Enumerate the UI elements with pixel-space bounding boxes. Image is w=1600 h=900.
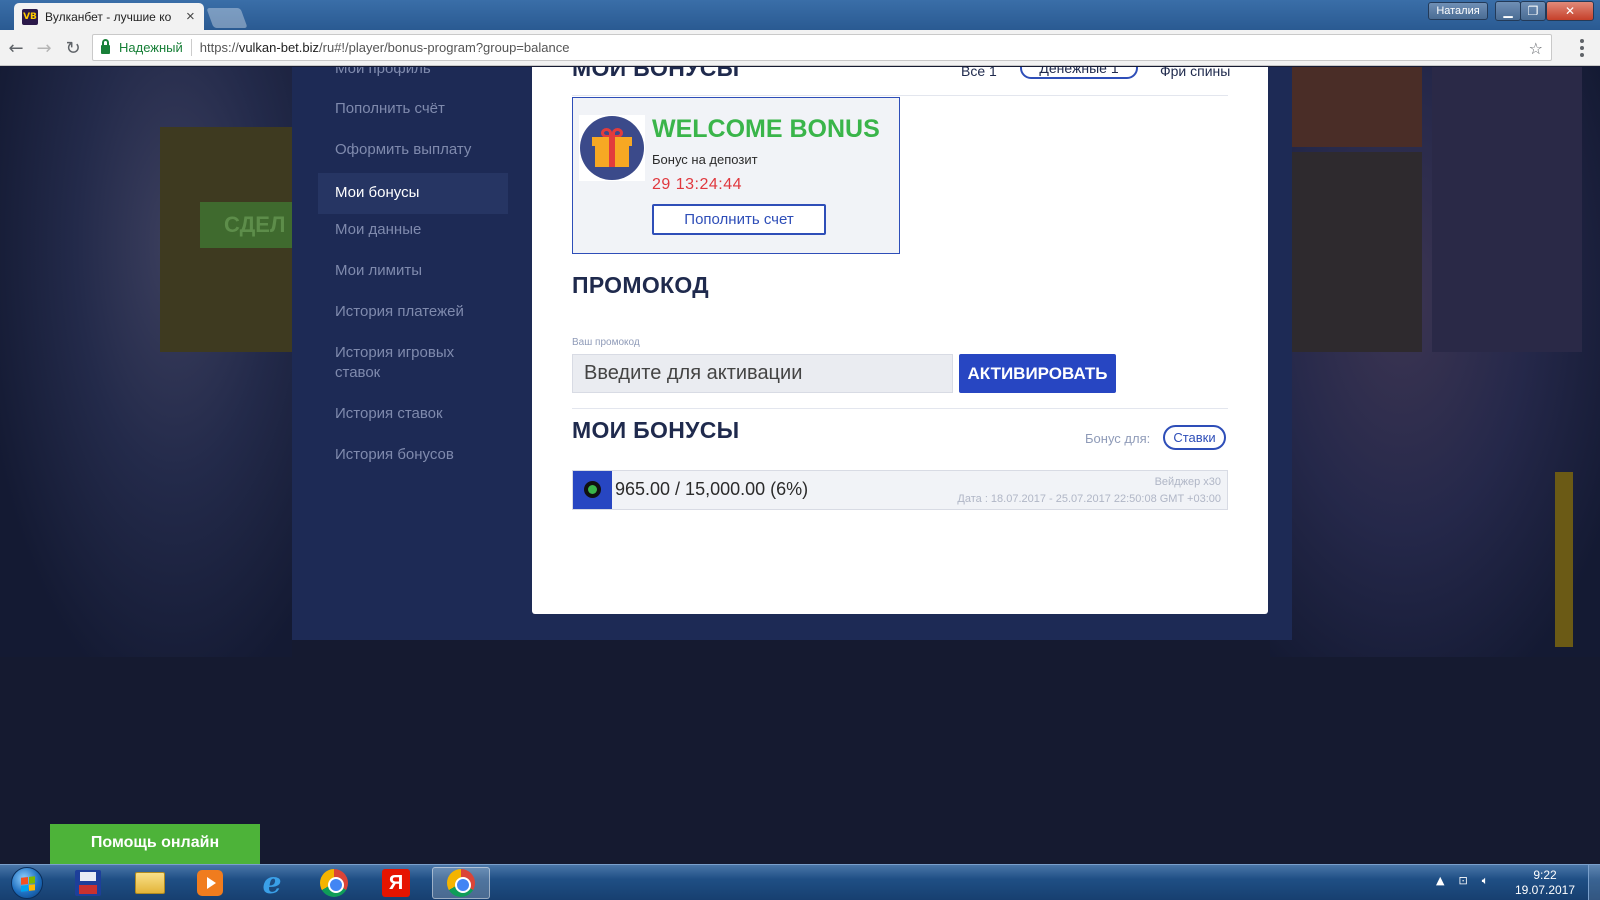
bonus-date-range: Дата : 18.07.2017 - 25.07.2017 22:50:08 … — [957, 493, 1221, 505]
filter-freespins[interactable]: Фри спины — [1160, 67, 1230, 79]
background-tile — [1432, 67, 1582, 352]
tab-title: Вулканбет - лучшие ко — [45, 9, 172, 24]
sidebar-item-my-data[interactable]: Мои данные — [318, 220, 508, 240]
profile-button[interactable]: Наталия — [1428, 2, 1488, 20]
wager-progress-bar: 965.00 / 15,000.00 (6%) Вейджер x30 Дата… — [572, 470, 1228, 510]
clock-time: 9:22 — [1533, 868, 1557, 882]
reload-icon[interactable]: ↻ — [63, 38, 83, 59]
media-player-icon[interactable] — [184, 867, 236, 899]
bookmark-star-icon[interactable]: ☆ — [1529, 39, 1543, 58]
gift-icon — [579, 115, 645, 181]
browser-menu-icon[interactable] — [1572, 36, 1592, 60]
url-text: https://vulkan-bet.biz/ru#!/player/bonus… — [200, 40, 570, 55]
back-arrow-icon[interactable]: ← — [6, 38, 26, 59]
internet-explorer-icon[interactable]: e — [246, 866, 298, 900]
online-help-button[interactable]: Помощь онлайн — [50, 824, 260, 864]
bonus-countdown-timer: 29 13:24:44 — [652, 176, 743, 193]
windows-logo-icon — [11, 866, 43, 899]
section-title-promocode: ПРОМОКОД — [572, 272, 709, 298]
promo-code-input[interactable] — [572, 354, 953, 393]
maximize-button[interactable]: ❐ — [1520, 1, 1546, 21]
url-domain: vulkan-bet.biz — [238, 40, 320, 55]
filter-all[interactable]: Все 1 — [961, 67, 997, 79]
welcome-bonus-title: WELCOME BONUS — [652, 115, 880, 143]
background-banner-button: СДЕЛ — [200, 202, 292, 248]
sidebar-item-limits[interactable]: Мои лимиты — [318, 261, 508, 281]
bonus-for-label: Бонус для: — [1085, 431, 1151, 446]
status-dot-icon — [584, 481, 601, 498]
sidebar-item-game-bets-history[interactable]: История игровых ставок — [318, 343, 488, 383]
sidebar-item-bonuses[interactable]: Мои бонусы — [318, 173, 508, 214]
show-desktop-button[interactable] — [1588, 865, 1600, 900]
security-label: Надежный — [119, 40, 183, 55]
close-icon[interactable]: × — [186, 9, 195, 24]
sidebar-item-withdraw[interactable]: Оформить выплату — [318, 140, 508, 160]
browser-tab-bar: VB Вулканбет - лучшие ко × Наталия ▁ ❐ ✕ — [0, 0, 1600, 30]
yandex-icon[interactable]: Я — [370, 867, 422, 899]
lock-icon — [101, 38, 110, 54]
new-tab-button[interactable] — [206, 8, 248, 28]
browser-toolbar: ← → ↻ Надежный https://vulkan-bet.biz/ru… — [0, 30, 1600, 66]
sidebar-item-bets-history[interactable]: История ставок — [318, 404, 508, 424]
window-close-button[interactable]: ✕ — [1546, 1, 1594, 21]
sidebar-item-payment-history[interactable]: История платежей — [318, 302, 508, 322]
promo-code-label: Ваш промокод — [572, 337, 640, 348]
filter-money[interactable]: Денежные 1 — [1020, 67, 1138, 79]
network-icon[interactable]: ⊡ — [1458, 874, 1467, 888]
minimize-button[interactable]: ▁ — [1495, 1, 1521, 21]
forward-arrow-icon[interactable]: → — [34, 38, 54, 59]
system-tray: ▲ ⊡ 🔈︎ — [1436, 874, 1488, 888]
windows-taskbar: e Я ▲ ⊡ 🔈︎ 9:22 19.07.2017 — [0, 864, 1600, 900]
activate-button[interactable]: АКТИВИРОВАТЬ — [959, 354, 1116, 393]
background-tile — [1555, 472, 1573, 647]
section-title-my-bonuses-active: МОИ БОНУСЫ — [572, 417, 740, 443]
volume-icon[interactable]: 🔈︎ — [1482, 874, 1489, 888]
background-tile — [1292, 67, 1422, 147]
url-prefix: https:// — [199, 40, 239, 55]
progress-text: 965.00 / 15,000.00 (6%) — [615, 479, 809, 499]
section-title-my-bonuses: МОИ БОНУСЫ — [572, 67, 740, 81]
site-favicon-icon: VB — [22, 8, 38, 25]
page-viewport: СДЕЛ Мои профиль Пополнить счёт Оформить… — [0, 67, 1600, 864]
divider — [572, 95, 1228, 96]
chrome-icon[interactable] — [432, 867, 490, 899]
sidebar-item-profile[interactable]: Мои профиль — [318, 67, 508, 79]
save-icon[interactable] — [62, 867, 114, 899]
clock-date: 19.07.2017 — [1514, 883, 1576, 897]
bonus-for-bets-badge[interactable]: Ставки — [1163, 425, 1226, 450]
welcome-bonus-subtitle: Бонус на депозит — [652, 152, 758, 167]
clock[interactable]: 9:22 19.07.2017 — [1512, 868, 1578, 898]
bonuses-content: МОИ БОНУСЫ Все 1 Денежные 1 Фри спины WE… — [532, 67, 1268, 614]
folder-icon[interactable] — [124, 867, 176, 899]
sidebar-item-bonus-history[interactable]: История бонусов — [318, 445, 508, 465]
browser-tab[interactable]: VB Вулканбет - лучшие ко × — [14, 3, 204, 30]
divider — [190, 39, 192, 56]
show-hidden-icons-icon[interactable]: ▲ — [1436, 874, 1444, 888]
deposit-button[interactable]: Пополнить счет — [652, 204, 826, 235]
address-bar[interactable]: Надежный https://vulkan-bet.biz/ru#!/pla… — [92, 34, 1552, 61]
wager-label: Вейджер x30 — [1154, 476, 1221, 488]
welcome-bonus-card: WELCOME BONUS Бонус на депозит 29 13:24:… — [572, 97, 900, 254]
sidebar-item-deposit[interactable]: Пополнить счёт — [318, 99, 508, 119]
chrome-icon[interactable] — [308, 867, 360, 899]
url-path: /ru#!/player/bonus-program?group=balance — [319, 40, 570, 55]
background-tile — [1292, 152, 1422, 352]
divider — [572, 408, 1228, 409]
start-button[interactable] — [4, 865, 50, 900]
